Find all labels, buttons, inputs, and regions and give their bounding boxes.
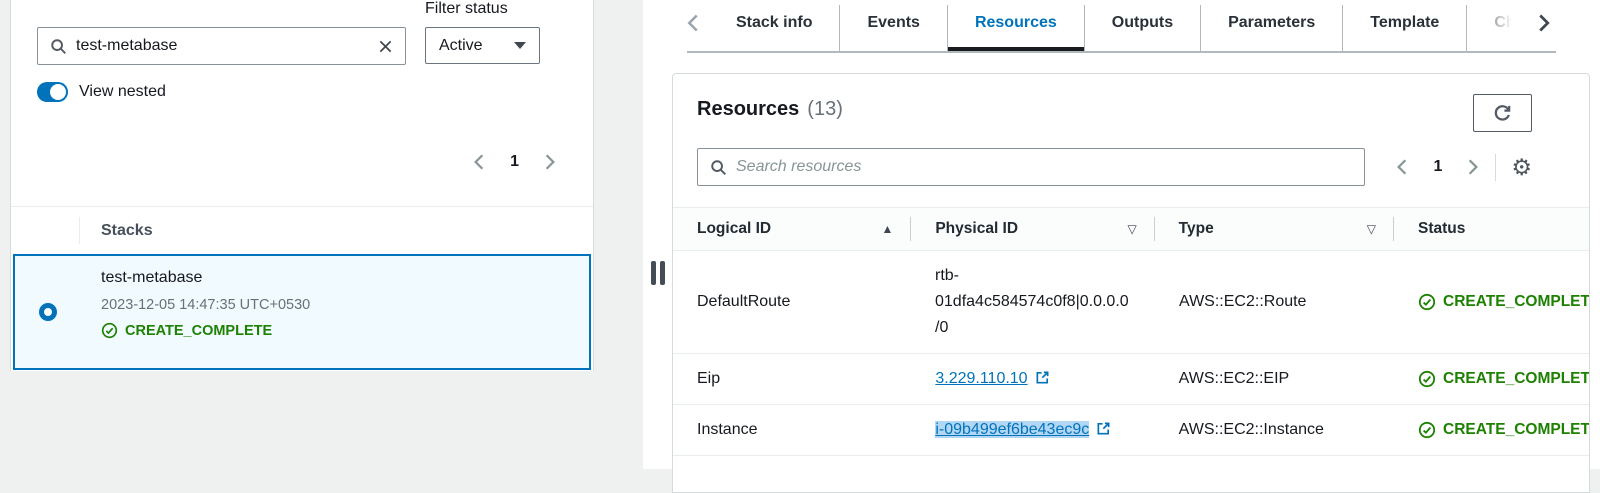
column-separator <box>79 217 80 244</box>
resources-search-box[interactable] <box>697 148 1366 186</box>
tab-outputs[interactable]: Outputs <box>1083 5 1200 51</box>
stack-detail-panel: Stack info Events Resources Outputs Paramete… <box>643 0 1600 493</box>
physical-id-text: i-09b499ef6be43ec9c <box>935 421 1090 438</box>
external-link-icon <box>1035 370 1050 385</box>
status-filter-value: Active <box>439 36 483 54</box>
column-label: Status <box>1418 220 1466 237</box>
success-check-icon <box>101 322 118 339</box>
type-cell: AWS::EC2::Instance <box>1178 421 1324 438</box>
physical-id-cell: i-09b499ef6be43ec9c <box>911 405 1154 455</box>
status-text: CREATE_COMPLETE <box>1443 421 1590 438</box>
resources-pagination: 1 <box>1395 158 1480 176</box>
toolbar-divider <box>1495 153 1497 181</box>
resource-table-row: Eip 3.229.110.10 AWS::EC2::EIP CREATE_CO… <box>673 354 1589 405</box>
preferences-gear-icon[interactable]: ⚙ <box>1511 155 1532 179</box>
resources-table: Logical ID ▲ Physical ID ▽ Type ▽ Status… <box>673 207 1589 456</box>
status-filter-select[interactable]: Active <box>425 27 540 64</box>
stack-search-input[interactable] <box>76 37 369 55</box>
refresh-icon <box>1494 104 1511 121</box>
type-cell: AWS::EC2::Route <box>1179 293 1307 310</box>
resources-card: Resources (13) 1 <box>672 73 1590 493</box>
success-check-icon <box>1418 370 1436 388</box>
status-cell: CREATE_COMPLETE <box>1394 281 1589 323</box>
view-nested-toggle[interactable] <box>37 82 68 102</box>
success-check-icon <box>1418 421 1436 439</box>
success-check-icon <box>1418 293 1436 311</box>
tab-resources[interactable]: Resources <box>946 5 1084 51</box>
tab-stack-info[interactable]: Stack info <box>709 5 839 51</box>
resources-title: Resources <box>697 98 800 120</box>
tabs-divider <box>687 51 1556 53</box>
resources-count: (13) <box>807 98 843 120</box>
tabs-scroll-left-icon[interactable] <box>685 12 703 34</box>
caret-down-icon <box>514 42 526 49</box>
stack-list-item-selected[interactable]: test-metabase 2023-12-05 14:47:35 UTC+05… <box>13 254 591 370</box>
tab-parameters[interactable]: Parameters <box>1200 5 1342 51</box>
stacks-column-header: Stacks <box>101 221 153 239</box>
physical-id-cell: 3.229.110.10 <box>911 354 1154 404</box>
column-header-logical-id[interactable]: Logical ID ▲ <box>673 208 912 250</box>
status-text: CREATE_COMPLETE <box>1443 293 1590 310</box>
physical-id-text: 3.229.110.10 <box>935 370 1028 387</box>
column-header-physical-id[interactable]: Physical ID ▽ <box>911 208 1156 250</box>
status-text: CREATE_COMPLETE <box>1443 370 1590 387</box>
search-icon <box>50 38 67 55</box>
column-header-status[interactable]: Status <box>1394 208 1589 250</box>
column-header-type[interactable]: Type ▽ <box>1155 208 1395 250</box>
search-icon <box>710 159 727 176</box>
status-cell: CREATE_COMPLETE <box>1394 409 1589 451</box>
stack-name[interactable]: test-metabase <box>101 269 310 287</box>
stack-status-text: CREATE_COMPLETE <box>125 322 273 339</box>
tabs-scroll-right-icon[interactable] <box>1536 12 1554 34</box>
refresh-button[interactable] <box>1473 94 1532 132</box>
tab-template[interactable]: Template <box>1342 5 1466 51</box>
sort-icon: ▲ <box>881 222 894 236</box>
column-label: Type <box>1178 220 1214 237</box>
physical-id-link[interactable]: i-09b499ef6be43ec9c <box>935 421 1111 438</box>
sort-icon: ▽ <box>1366 222 1377 236</box>
current-page[interactable]: 1 <box>510 153 519 171</box>
logical-id-cell: Instance <box>697 421 758 438</box>
external-link-icon <box>1096 421 1111 436</box>
prev-page-icon[interactable] <box>472 153 486 171</box>
stacks-table-header: Stacks <box>11 206 593 254</box>
stacks-pagination: 1 <box>472 153 557 171</box>
resources-search-input[interactable] <box>736 158 1353 176</box>
resource-table-row: Instance i-09b499ef6be43ec9c AWS::EC2::I… <box>673 405 1589 456</box>
stack-search-box[interactable] <box>37 27 406 65</box>
sort-icon: ▽ <box>1127 222 1137 236</box>
view-nested-label: View nested <box>79 83 166 100</box>
column-label: Logical ID <box>697 220 772 237</box>
stack-status-badge: CREATE_COMPLETE <box>101 322 310 339</box>
current-page[interactable]: 1 <box>1433 158 1442 176</box>
tab-cha[interactable]: Cha <box>1466 5 1528 51</box>
logical-id-cell: Eip <box>697 370 721 387</box>
column-label: Physical ID <box>935 220 1019 237</box>
resource-table-row: DefaultRoute rtb-01dfa4c584574c0f8|0.0.0… <box>673 251 1589 354</box>
clear-search-icon[interactable] <box>378 39 393 54</box>
physical-id-link[interactable]: 3.229.110.10 <box>935 370 1049 387</box>
logical-id-cell: DefaultRoute <box>697 293 791 310</box>
type-cell: AWS::EC2::EIP <box>1178 370 1290 387</box>
panel-resize-handle-icon[interactable] <box>651 261 665 285</box>
filter-status-label: Filter status <box>425 0 508 17</box>
prev-page-icon[interactable] <box>1395 158 1409 176</box>
next-page-icon[interactable] <box>1466 158 1480 176</box>
physical-id-cell: rtb-01dfa4c584574c0f8|0.0.0.0/0 <box>935 267 1129 336</box>
stack-timestamp: 2023-12-05 14:47:35 UTC+0530 <box>101 297 311 313</box>
next-page-icon[interactable] <box>543 153 557 171</box>
stack-detail-tabs: Stack info Events Resources Outputs Paramete… <box>709 5 1528 53</box>
status-cell: CREATE_COMPLETE <box>1394 358 1589 400</box>
resources-table-header-row: Logical ID ▲ Physical ID ▽ Type ▽ Status <box>673 207 1589 251</box>
stack-radio-selected[interactable] <box>39 303 57 321</box>
stacks-list-panel: Filter status Active View nested 1 Stack… <box>10 0 594 371</box>
tab-events[interactable]: Events <box>839 5 946 51</box>
